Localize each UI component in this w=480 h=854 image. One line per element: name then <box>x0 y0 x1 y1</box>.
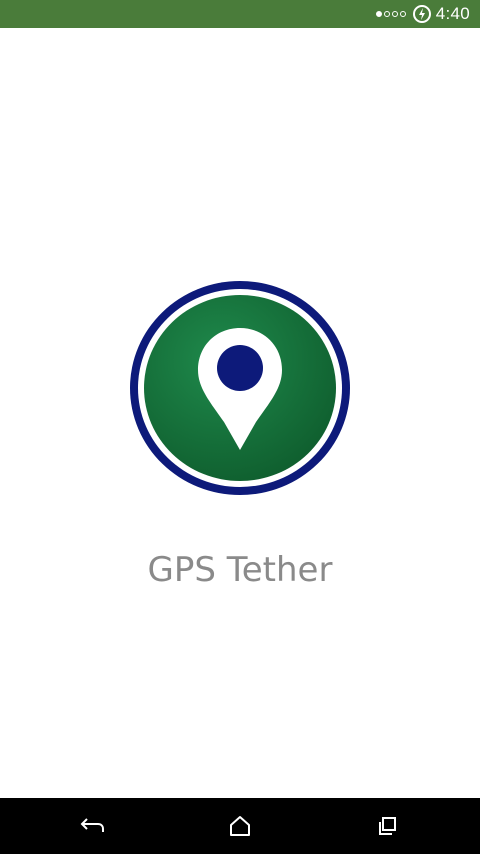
back-button[interactable] <box>78 812 108 840</box>
home-icon <box>230 816 250 836</box>
splash-screen: GPS Tether <box>0 28 480 798</box>
status-bar: 4:40 <box>0 0 480 28</box>
recent-apps-icon <box>379 817 396 835</box>
location-pin-icon <box>130 281 350 495</box>
clock: 4:40 <box>435 4 470 23</box>
back-arrow-icon <box>80 818 104 832</box>
app-title: GPS Tether <box>147 550 333 590</box>
home-button[interactable] <box>225 812 255 840</box>
navigation-bar <box>0 798 480 854</box>
signal-dots-icon <box>375 11 406 17</box>
data-saver-icon <box>412 5 431 23</box>
recent-apps-button[interactable] <box>372 812 402 840</box>
